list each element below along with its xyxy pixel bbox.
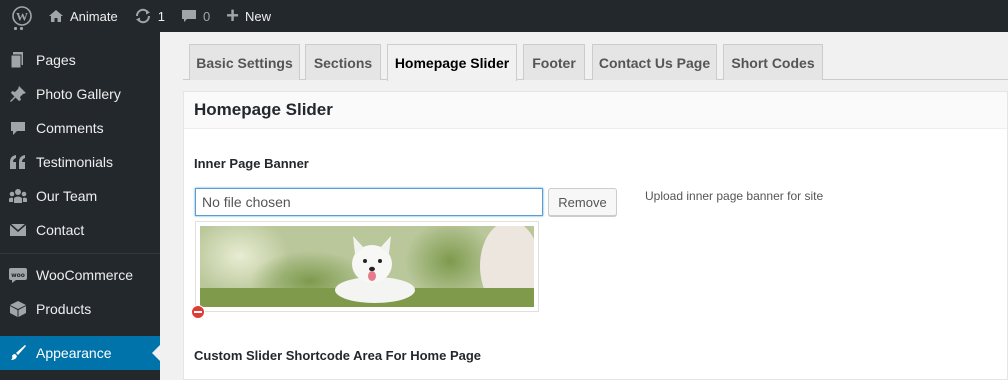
sidebar-item-comments[interactable]: Comments (0, 111, 160, 145)
sidebar-item-testimonials[interactable]: Testimonials (0, 145, 160, 179)
remove-image-icon[interactable] (191, 305, 205, 319)
sidebar-item-photo-gallery[interactable]: Photo Gallery (0, 77, 160, 111)
tab-label: Homepage Slider (394, 55, 510, 71)
inner-page-banner-label: Inner Page Banner (194, 156, 309, 171)
banner-preview (195, 221, 539, 312)
homepage-slider-panel: Homepage Slider Inner Page Banner No fil… (183, 91, 1008, 380)
sidebar-item-label: Testimonials (36, 154, 114, 170)
sidebar-item-label: Comments (36, 120, 104, 136)
sidebar-item-woocommerce[interactable]: woo WooCommerce (0, 258, 160, 292)
admin-sidebar: Pages Photo Gallery Comments Testimonial… (0, 26, 160, 380)
tab-label: Sections (313, 54, 373, 71)
sidebar-item-label: Contact (36, 222, 85, 238)
tab-short-codes[interactable]: Short Codes (723, 44, 823, 80)
sidebar-item-label: Appearance (36, 345, 112, 361)
new-label: New (245, 8, 272, 24)
paintbrush-icon (0, 344, 36, 362)
comments-icon (0, 119, 36, 137)
plus-icon: + (226, 3, 240, 28)
sidebar-item-label: Our Team (36, 188, 98, 204)
sidebar-item-label: Products (36, 301, 92, 317)
remove-button-label: Remove (558, 194, 607, 210)
tab-label: Basic Settings (196, 54, 293, 71)
pin-icon (0, 85, 36, 103)
banner-file-input[interactable]: No file chosen (195, 188, 543, 216)
archive-icon (0, 300, 36, 318)
tab-footer[interactable]: Footer (523, 44, 585, 80)
tab-label: Footer (532, 54, 576, 71)
groups-icon (0, 187, 36, 205)
sidebar-item-our-team[interactable]: Our Team (0, 179, 160, 213)
pages-icon (0, 51, 36, 69)
tab-basic-settings[interactable]: Basic Settings (189, 44, 300, 80)
svg-text:woo: woo (11, 272, 25, 279)
settings-tabs: Basic Settings Sections Homepage Slider … (183, 44, 1008, 81)
shortcode-area-label: Custom Slider Shortcode Area For Home Pa… (194, 348, 482, 363)
sidebar-separator (0, 253, 160, 254)
email-icon (0, 221, 36, 239)
sidebar-item-label: Pages (36, 52, 76, 68)
tab-homepage-slider[interactable]: Homepage Slider (387, 44, 517, 81)
sidebar-item-contact[interactable]: Contact (0, 213, 160, 247)
partial-menu-item (0, 20, 160, 36)
sidebar-item-label: Photo Gallery (36, 86, 121, 102)
banner-preview-image (200, 226, 534, 307)
comment-bubble-icon (181, 10, 196, 22)
comments-link[interactable]: 0 (173, 0, 218, 32)
panel-title: Homepage Slider (184, 92, 1007, 129)
current-menu-arrow (152, 345, 160, 361)
sidebar-item-pages[interactable]: Pages (0, 43, 160, 77)
help-text: Upload inner page banner for site (645, 189, 824, 203)
file-input-value: No file chosen (202, 194, 291, 210)
sidebar-item-label: WooCommerce (36, 267, 133, 283)
comments-count: 0 (202, 8, 211, 24)
sidebar-item-appearance[interactable]: Appearance (0, 336, 160, 370)
quote-icon (0, 153, 36, 171)
new-content-link[interactable]: + New (218, 0, 279, 32)
tab-sections[interactable]: Sections (305, 44, 381, 80)
tab-label: Short Codes (731, 54, 815, 71)
tab-label: Contact Us Page (598, 54, 711, 71)
tab-contact-us-page[interactable]: Contact Us Page (592, 44, 717, 80)
sidebar-item-products[interactable]: Products (0, 292, 160, 326)
woocommerce-icon: woo (0, 267, 36, 283)
remove-button[interactable]: Remove (548, 188, 617, 216)
